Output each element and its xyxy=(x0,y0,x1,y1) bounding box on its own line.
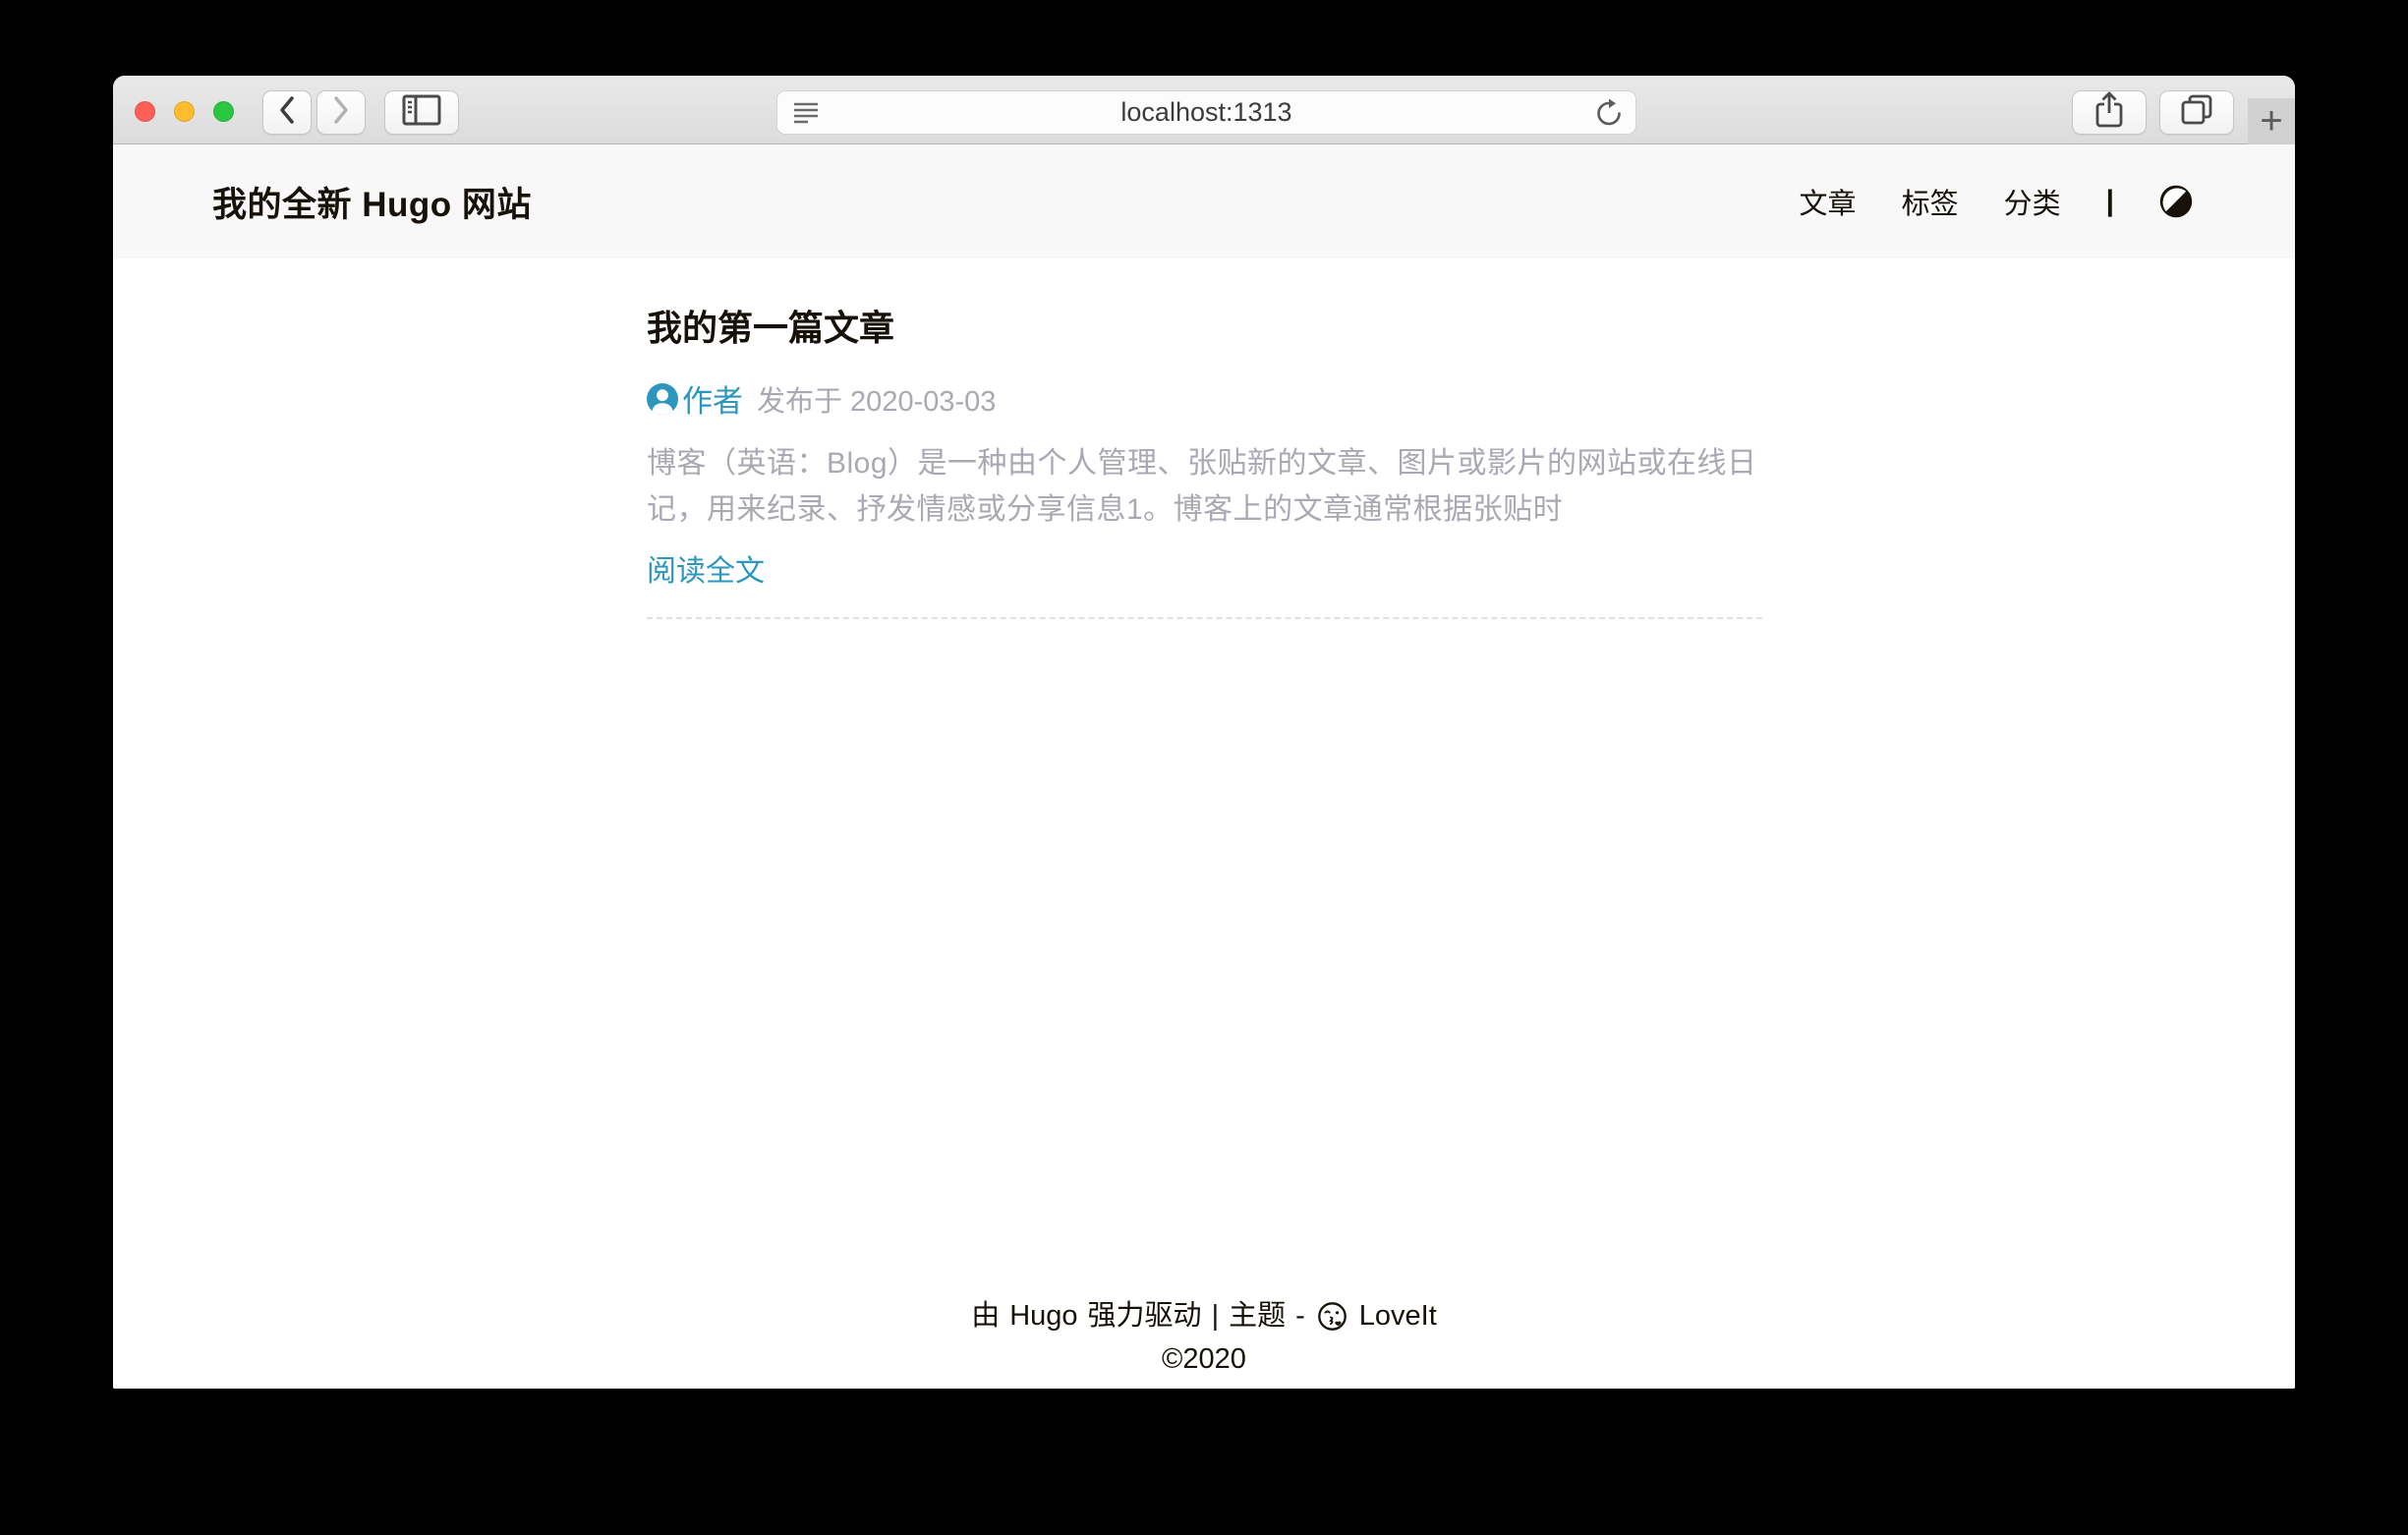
sidebar-toggle-button[interactable] xyxy=(384,90,459,135)
footer-separator: | xyxy=(1212,1294,1220,1337)
address-bar[interactable]: localhost:1313 xyxy=(776,90,1636,135)
share-icon xyxy=(2093,91,2125,134)
browser-toolbar: localhost:1313 xyxy=(113,76,2295,144)
author-link[interactable]: 作者 xyxy=(682,376,743,421)
footer-powered-prefix: 由 xyxy=(971,1294,1000,1337)
site-header: 我的全新 Hugo 网站 文章 标签 分类 | xyxy=(113,144,2295,258)
fullscreen-window-button[interactable] xyxy=(213,101,234,122)
desktop-background: localhost:1313 xyxy=(0,0,2408,1535)
minimize-window-button[interactable] xyxy=(174,101,195,122)
theme-toggle-icon[interactable] xyxy=(2159,185,2193,218)
hugo-link[interactable]: Hugo xyxy=(1009,1294,1077,1337)
sidebar-panel-icon xyxy=(402,94,441,131)
post-meta: 作者 发布于 2020-03-03 xyxy=(647,376,1762,421)
publish-date: 发布于 2020-03-03 xyxy=(757,378,996,420)
site-nav: 文章 标签 分类 | xyxy=(1800,181,2193,222)
share-button[interactable] xyxy=(2072,90,2147,135)
footer-theme-label: 主题 xyxy=(1229,1294,1286,1337)
footer-powered-suffix: 强力驱动 xyxy=(1088,1294,1202,1337)
post-summary-text: 博客（英语：Blog）是一种由个人管理、张贴新的文章、图片或影片的网站或在线日记… xyxy=(647,440,1762,533)
url-text: localhost:1313 xyxy=(777,91,1635,134)
footer-copyright: ©2020 xyxy=(113,1337,2295,1381)
kissing-face-icon xyxy=(1317,1301,1347,1332)
new-tab-button[interactable]: + xyxy=(2248,98,2295,144)
loveit-theme-link[interactable]: LoveIt xyxy=(1359,1294,1437,1337)
forward-button[interactable] xyxy=(316,90,366,135)
nav-item-posts[interactable]: 文章 xyxy=(1800,181,1857,222)
nav-item-tags[interactable]: 标签 xyxy=(1902,181,1959,222)
close-window-button[interactable] xyxy=(135,101,155,122)
read-more-link[interactable]: 阅读全文 xyxy=(647,546,765,590)
site-footer: 由 Hugo 强力驱动 | 主题 - xyxy=(113,1294,2295,1381)
nav-item-categories[interactable]: 分类 xyxy=(2004,181,2061,222)
chevron-right-icon xyxy=(331,93,351,132)
back-button[interactable] xyxy=(262,90,312,135)
plus-icon: + xyxy=(2260,99,2282,143)
post-title[interactable]: 我的第一篇文章 xyxy=(647,306,1762,351)
footer-powered-line: 由 Hugo 强力驱动 | 主题 - xyxy=(113,1294,2295,1337)
copyright-text: ©2020 xyxy=(1162,1337,1246,1381)
post-divider xyxy=(647,617,1762,619)
page-content: 我的第一篇文章 作者 发布于 2020-03-03 xyxy=(113,258,2295,1389)
footer-dash: - xyxy=(1295,1294,1305,1337)
tabs-overview-icon xyxy=(2179,92,2214,133)
reload-icon[interactable] xyxy=(1594,98,1624,133)
tab-overview-button[interactable] xyxy=(2159,90,2234,135)
chevron-left-icon xyxy=(277,93,297,132)
safari-window: localhost:1313 xyxy=(113,76,2295,1389)
author-avatar-icon xyxy=(647,383,678,415)
nav-divider: | xyxy=(2106,185,2114,218)
site-title[interactable]: 我的全新 Hugo 网站 xyxy=(212,177,532,227)
post-summary-card: 我的第一篇文章 作者 发布于 2020-03-03 xyxy=(647,258,1762,619)
